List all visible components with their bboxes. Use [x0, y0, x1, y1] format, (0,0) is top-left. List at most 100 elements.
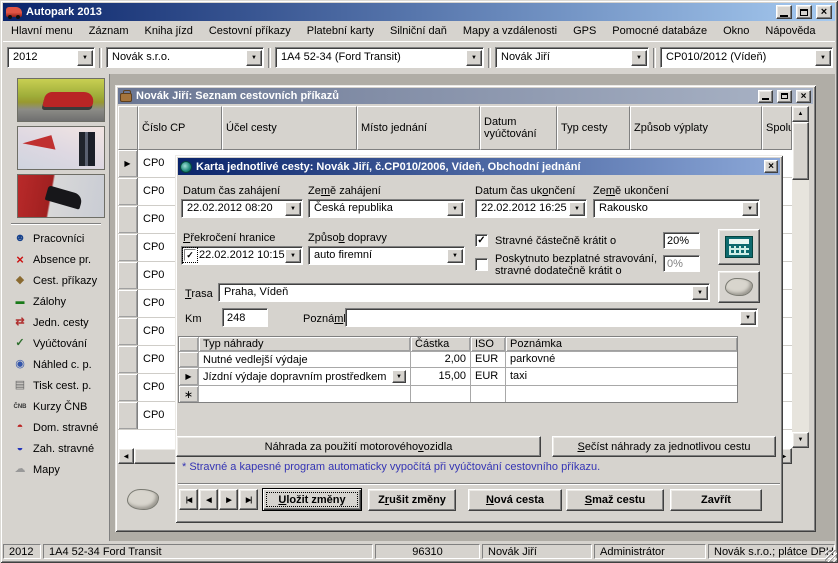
nav-previous-button[interactable]: ◀: [199, 489, 218, 510]
sidebar-item-absence[interactable]: ×Absence pr.: [3, 249, 109, 270]
chevron-down-icon[interactable]: ▼: [246, 50, 262, 66]
print-icon: ▤: [12, 380, 28, 391]
maximize-button[interactable]: [777, 90, 792, 103]
meal-free-checkbox[interactable]: [475, 258, 488, 271]
status-company: Novák s.r.o.; plátce DPH: [708, 544, 835, 559]
minimize-button[interactable]: [776, 5, 792, 19]
sidebar-item-tisk-cest-p[interactable]: ▤Tisk cest. p.: [3, 375, 109, 396]
sidebar: ☻Pracovníci ×Absence pr. ◆Cest. příkazy …: [3, 74, 110, 541]
chevron-down-icon[interactable]: ▼: [392, 370, 406, 383]
company-combo[interactable]: Novák s.r.o. ▼: [106, 47, 264, 68]
menu-gps[interactable]: GPS: [565, 23, 604, 39]
scroll-down-icon[interactable]: ▼: [792, 432, 809, 448]
sidebar-item-dom-stravne[interactable]: ◓Dom. stravné: [3, 417, 109, 438]
vehicle-compensation-button[interactable]: Náhrada za použití motorového vozidla: [176, 436, 541, 457]
close-button[interactable]: ×: [816, 5, 832, 19]
note-combo[interactable]: ▼: [345, 308, 758, 327]
table-new-row[interactable]: ∗: [179, 386, 737, 402]
scroll-left-icon[interactable]: ◀: [118, 448, 134, 464]
chevron-down-icon[interactable]: ▼: [742, 202, 758, 216]
end-datetime-field[interactable]: 22.02.2012 16:25 ▼: [475, 199, 587, 218]
cancel-button[interactable]: Zrušit změny: [368, 489, 456, 511]
transport-mode-combo[interactable]: auto firemní ▼: [308, 246, 465, 265]
sidebar-item-cest-prikazy[interactable]: ◆Cest. příkazy: [3, 270, 109, 291]
preview-icon: ◉: [12, 359, 28, 370]
nav-last-button[interactable]: ▶|: [239, 489, 258, 510]
sidebar-item-jedn-cesty[interactable]: ⇄Jedn. cesty: [3, 312, 109, 333]
menu-okno[interactable]: Okno: [715, 23, 757, 39]
nav-next-button[interactable]: ▶: [219, 489, 238, 510]
close-button[interactable]: ×: [764, 160, 778, 173]
chevron-down-icon[interactable]: ▼: [77, 50, 93, 66]
sidebar-item-kurzy-cnb[interactable]: ČNBKurzy ČNB: [3, 396, 109, 417]
chevron-down-icon[interactable]: ▼: [285, 249, 301, 263]
chevron-down-icon[interactable]: ▼: [692, 286, 708, 300]
year-combo[interactable]: 2012 ▼: [7, 47, 95, 68]
menu-silnicni-dan[interactable]: Silniční daň: [382, 23, 455, 39]
new-trip-button[interactable]: Nová cesta: [468, 489, 562, 511]
maximize-button[interactable]: [796, 5, 812, 19]
chevron-down-icon[interactable]: ▼: [285, 202, 301, 216]
menu-pomocne-databaze[interactable]: Pomocné databáze: [604, 23, 715, 39]
menu-platebni-karty[interactable]: Platební karty: [299, 23, 382, 39]
km-field[interactable]: 248: [222, 308, 268, 327]
sidebar-item-pracovnici[interactable]: ☻Pracovníci: [3, 228, 109, 249]
close-button[interactable]: ×: [796, 90, 811, 103]
meal-free-label-line2: stravné dodatečně krátit o: [495, 265, 622, 277]
table-row[interactable]: Nutné vedlejší výdaje 2,00 EUR parkovné: [179, 352, 737, 368]
maximize-icon: [800, 9, 808, 16]
table-row-selected[interactable]: ▶ Jízdní výdaje dopravním prostředkem▼ 1…: [179, 368, 737, 386]
sidebar-item-vyuctovani[interactable]: ✓Vyúčtování: [3, 333, 109, 354]
chevron-down-icon[interactable]: ▼: [569, 202, 585, 216]
maximize-icon: [781, 93, 788, 99]
calculator-button[interactable]: [718, 229, 760, 265]
travel-orders-icon: ◆: [12, 275, 28, 286]
driver-combo[interactable]: Novák Jiří ▼: [495, 47, 649, 68]
sidebar-item-nahled-cp[interactable]: ◉Náhled c. p.: [3, 354, 109, 375]
meal-free-percent-field[interactable]: 0%: [663, 255, 700, 272]
border-crossing-checkbox[interactable]: ✓: [184, 249, 196, 261]
meal-partial-cut-checkbox[interactable]: ✓: [475, 234, 488, 247]
status-person: Novák Jiří: [482, 544, 592, 559]
scrollbar-thumb[interactable]: [792, 122, 809, 180]
chevron-down-icon[interactable]: ▼: [466, 50, 482, 66]
delete-trip-button[interactable]: Smaž cestu: [566, 489, 664, 511]
chevron-down-icon[interactable]: ▼: [447, 249, 463, 263]
map-blob-icon: [127, 489, 159, 510]
menu-hlavni-menu[interactable]: Hlavní menu: [3, 23, 81, 39]
minimize-button[interactable]: [758, 90, 773, 103]
trip-combo[interactable]: CP010/2012 (Vídeň) ▼: [660, 47, 833, 68]
vehicle-combo[interactable]: 1A4 52-34 (Ford Transit) ▼: [275, 47, 484, 68]
sum-compensation-button[interactable]: Sečíst náhrady za jednotlivou cestu: [552, 436, 776, 457]
chevron-down-icon[interactable]: ▼: [740, 311, 756, 325]
map-button[interactable]: [718, 271, 760, 303]
end-country-label: Země ukončení: [593, 185, 669, 197]
meal-partial-cut-percent-field[interactable]: 20%: [663, 232, 700, 249]
end-country-combo[interactable]: Rakousko ▼: [593, 199, 760, 218]
nav-first-button[interactable]: |◀: [179, 489, 198, 510]
chevron-down-icon[interactable]: ▼: [447, 202, 463, 216]
save-button[interactable]: Uložit změny: [262, 488, 362, 511]
border-crossing-field[interactable]: ✓ 22.02.2012 10:15 ▼: [181, 246, 303, 265]
menu-napoveda[interactable]: Nápověda: [757, 23, 823, 39]
menu-kniha-jizd[interactable]: Kniha jízd: [137, 23, 201, 39]
km-label: Km: [185, 313, 202, 325]
start-country-combo[interactable]: Česká republika ▼: [308, 199, 465, 218]
resize-grip[interactable]: [825, 550, 837, 562]
sidebar-item-mapy[interactable]: ☁Mapy: [3, 459, 109, 480]
start-datetime-field[interactable]: 22.02.2012 08:20 ▼: [181, 199, 303, 218]
map-icon: [725, 278, 753, 296]
menu-mapy-a-vzdalenosti[interactable]: Mapy a vzdálenosti: [455, 23, 565, 39]
close-dialog-button[interactable]: Zavřít: [670, 489, 762, 511]
minimize-icon: [762, 98, 769, 100]
scroll-up-icon[interactable]: ▲: [792, 106, 809, 122]
autopark-main-window: Autopark 2013 × Hlavní menu Záznam Kniha…: [0, 0, 838, 563]
sidebar-item-zalohy[interactable]: ▬Zálohy: [3, 291, 109, 312]
sidebar-item-zah-stravne[interactable]: ◒Zah. stravné: [3, 438, 109, 459]
chevron-down-icon[interactable]: ▼: [631, 50, 647, 66]
vertical-scrollbar[interactable]: ▲ ▼: [792, 106, 809, 448]
chevron-down-icon[interactable]: ▼: [815, 50, 831, 66]
menu-zaznam[interactable]: Záznam: [81, 23, 137, 39]
menu-cestovni-prikazy[interactable]: Cestovní příkazy: [201, 23, 299, 39]
route-combo[interactable]: Praha, Vídeň ▼: [218, 283, 710, 302]
